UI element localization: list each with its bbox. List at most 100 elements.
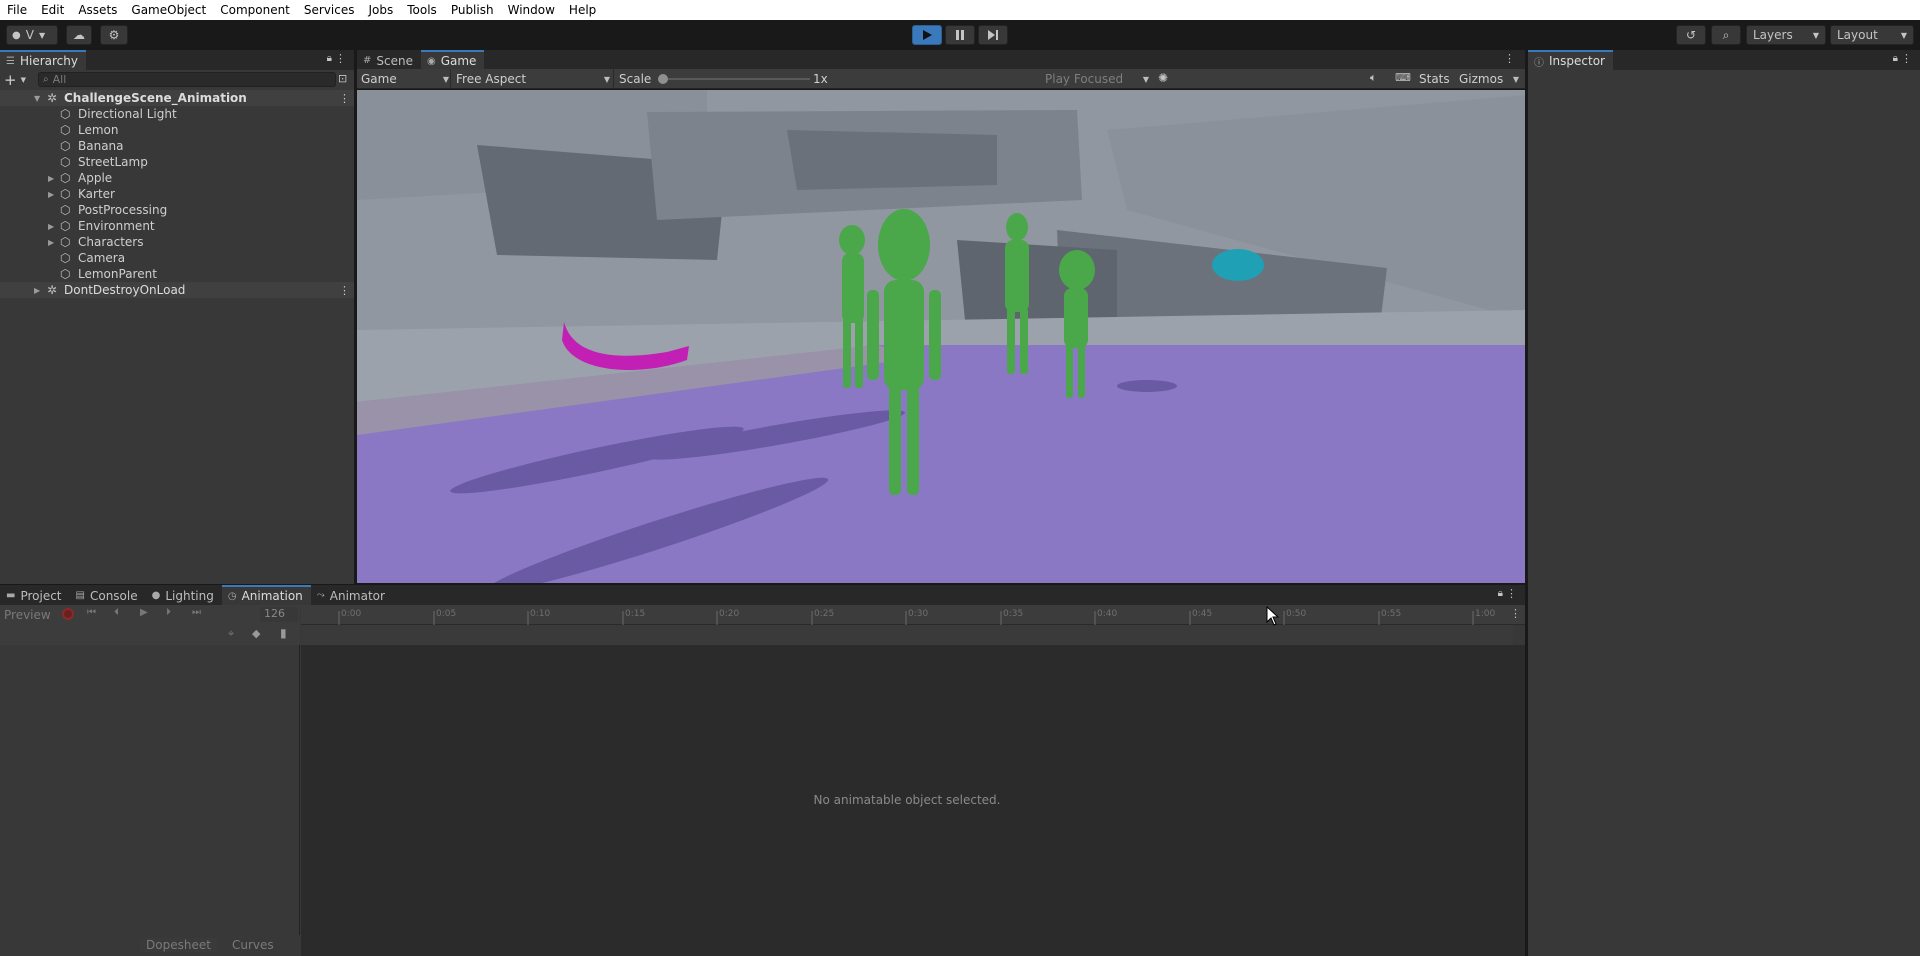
inspector-panel [1528,70,1920,956]
filter-icon[interactable]: ⊡ [338,72,347,85]
hierarchy-item[interactable]: ⬡ Camera [0,250,354,266]
hierarchy-item[interactable]: ⬡ Banana [0,138,354,154]
add-event-icon[interactable]: ▮ [280,626,287,640]
scale-slider[interactable] [658,74,810,84]
layers-dropdown[interactable]: Layers ▼ [1746,25,1826,45]
menu-tools[interactable]: Tools [400,0,444,20]
lock-icon[interactable]: 🔒︎ [1893,53,1898,64]
grid-icon: # [363,55,372,66]
expand-right-icon[interactable]: ▶ [48,222,54,231]
expand-down-icon[interactable]: ▼ [34,94,40,103]
hierarchy-item[interactable]: ⬡ PostProcessing [0,202,354,218]
hierarchy-search[interactable]: ⌕ All [38,72,336,87]
account-button[interactable]: ● V ▼ [6,25,58,45]
audio-icon[interactable]: 🔈︎ [1370,71,1377,85]
curves-button[interactable]: Curves [232,938,274,952]
step-icon [988,30,998,40]
hierarchy-item[interactable]: ⬡ StreetLamp [0,154,354,170]
menu-assets[interactable]: Assets [71,0,124,20]
tab-project[interactable]: ▬ Project [0,585,70,605]
gameobject-icon: ⬡ [60,235,71,249]
menu-publish[interactable]: Publish [444,0,501,20]
hierarchy-item[interactable]: ⬡ LemonParent [0,266,354,282]
expand-right-icon[interactable]: ▶ [48,190,54,199]
dopesheet-curves-bar: Dopesheet Curves [0,935,300,956]
tab-hierarchy[interactable]: ☰ Hierarchy [0,50,86,70]
history-icon: ↺ [1685,28,1697,42]
timeline-area[interactable]: No animatable object selected. [301,645,1525,956]
game-viewport[interactable] [357,90,1525,583]
tab-animator[interactable]: ⤳ Animator [311,585,393,605]
expand-right-icon[interactable]: ▶ [48,238,54,247]
more-icon[interactable]: ⋮ [1506,587,1517,600]
menu-gameobject[interactable]: GameObject [124,0,213,20]
menu-file[interactable]: File [0,0,34,20]
tab-console[interactable]: ▤ Console [70,585,146,605]
folder-icon: ▬ [6,590,16,601]
animation-property-list [0,645,300,935]
play-mode-dropdown[interactable]: Play Focused ▼ [1045,71,1149,87]
add-keyframe-icon[interactable]: ◆ [252,627,260,640]
cloud-button[interactable]: ☁ [66,25,92,45]
bug-icon[interactable]: ✺ [1158,71,1168,85]
empty-message: No animatable object selected. [813,793,1001,807]
menu-edit[interactable]: Edit [34,0,71,20]
stats-button[interactable]: Stats [1419,71,1450,87]
menu-window[interactable]: Window [501,0,562,20]
collab-button[interactable]: ⚙ [100,25,128,45]
pause-icon [956,30,964,40]
lock-icon[interactable]: 🔒︎ [327,53,332,64]
menu-component[interactable]: Component [213,0,297,20]
expand-right-icon[interactable]: ▶ [34,286,40,295]
dopesheet-button[interactable]: Dopesheet [140,938,217,952]
keyboard-icon[interactable]: ⌨ [1395,71,1411,84]
tab-scene[interactable]: # Scene [357,50,421,70]
lightbulb-icon: ● [151,590,161,601]
scale-value: 1x [813,72,828,86]
hierarchy-item[interactable]: ▶ ⬡ Environment [0,218,354,234]
aspect-dropdown[interactable]: Free Aspect ▼ [456,71,610,87]
hierarchy-item[interactable]: ▶ ⬡ Karter [0,186,354,202]
gameobject-icon: ⬡ [60,171,71,185]
gizmos-dropdown[interactable]: Gizmos ▼ [1459,71,1519,87]
tab-inspector[interactable]: ⓘ Inspector [1528,50,1613,70]
menu-help[interactable]: Help [562,0,603,20]
scene-row[interactable]: ▼ ✲ ChallengeScene_Animation ⋮ [0,90,354,106]
menu-services[interactable]: Services [297,0,362,20]
lock-icon[interactable]: 🔒︎ [1498,588,1503,599]
plus-icon: + [4,71,17,89]
more-icon[interactable]: ⋮ [339,284,350,297]
account-icon: ● [12,29,21,41]
more-icon[interactable]: ⋮ [335,52,346,65]
create-button[interactable]: + ▼ [4,71,34,89]
hierarchy-item[interactable]: ▶ ⬡ Apple [0,170,354,186]
more-icon[interactable]: ⋮ [339,92,350,105]
search-placeholder: All [52,73,67,86]
filter-keyframe-icon[interactable]: ⌖ [228,627,234,641]
animator-icon: ⤳ [316,590,325,601]
search-button[interactable]: ⌕ [1711,25,1741,45]
gamepad-icon: ◉ [426,55,436,67]
hierarchy-item[interactable]: ⬡ Directional Light [0,106,354,122]
layout-dropdown[interactable]: Layout ▼ [1830,25,1914,45]
scale-slider-thumb[interactable] [658,74,668,84]
dontdestroy-row[interactable]: ▶ ✲ DontDestroyOnLoad ⋮ [0,282,354,298]
info-icon: ⓘ [1534,57,1544,69]
display-dropdown[interactable]: Game ▼ [361,71,449,87]
tab-lighting[interactable]: ● Lighting [146,585,222,605]
tab-animation[interactable]: ◷ Animation [221,585,311,605]
expand-right-icon[interactable]: ▶ [48,174,54,183]
menu-jobs[interactable]: Jobs [362,0,401,20]
pause-button[interactable] [945,25,975,45]
step-button[interactable] [978,25,1008,45]
more-icon[interactable]: ⋮ [1504,52,1515,65]
gameobject-icon: ⬡ [60,251,71,265]
hierarchy-item[interactable]: ▶ ⬡ Characters [0,234,354,250]
settings-icon: ⚙ [108,28,120,42]
timeline-labels: 0:00 0:05 0:10 0:15 0:20 0:25 0:30 0:35 … [0,605,1525,625]
history-button[interactable]: ↺ [1676,25,1706,45]
hierarchy-item[interactable]: ⬡ Lemon [0,122,354,138]
play-button[interactable] [912,25,942,45]
more-icon[interactable]: ⋮ [1901,52,1912,65]
tab-game[interactable]: ◉ Game [420,50,485,70]
